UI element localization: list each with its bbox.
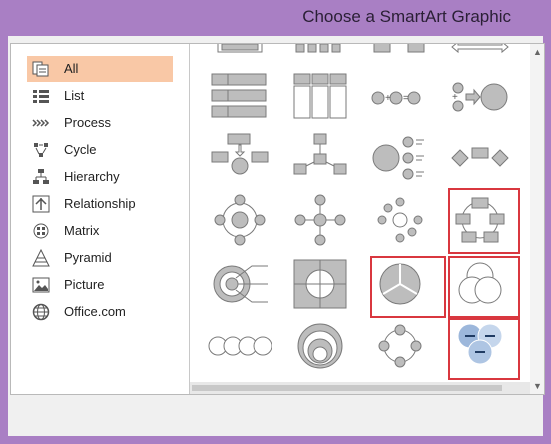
globe-icon <box>32 303 50 321</box>
process-icon <box>32 119 50 127</box>
cycle-icon <box>34 143 48 157</box>
layout-thumbnail[interactable]: + <box>448 68 512 126</box>
category-process[interactable]: Process <box>27 110 173 136</box>
scroll-down-icon[interactable]: ▼ <box>533 382 542 391</box>
all-icon <box>32 61 49 77</box>
layout-thumbnail[interactable]: + = <box>368 68 432 126</box>
dialog-title: Choose a SmartArt Graphic <box>302 7 511 26</box>
category-picture[interactable]: Picture <box>27 272 173 298</box>
layout-thumbnail[interactable] <box>208 316 272 374</box>
horizontal-scrollbar[interactable] <box>190 382 530 394</box>
layout-thumbnail[interactable] <box>368 316 432 374</box>
category-label: Picture <box>64 277 105 292</box>
layout-thumbnail[interactable] <box>288 190 352 248</box>
layout-thumbnail[interactable] <box>448 44 512 56</box>
category-label: Office.com <box>64 304 126 319</box>
picture-icon <box>32 277 50 293</box>
layout-thumbnail[interactable] <box>368 254 432 312</box>
category-relationship[interactable]: Relationship <box>27 191 173 217</box>
hierarchy-icon <box>33 169 49 184</box>
layout-thumbnail[interactable] <box>368 190 432 248</box>
horizontal-scroll-thumb[interactable] <box>192 385 502 391</box>
layout-thumbnail[interactable] <box>208 44 272 56</box>
svg-text:+: + <box>452 92 458 103</box>
relationship-icon <box>32 195 50 213</box>
layout-thumbnail[interactable] <box>368 44 432 56</box>
category-label: Hierarchy <box>64 169 120 184</box>
category-pyramid[interactable]: Pyramid <box>27 245 173 271</box>
category-label: Relationship <box>64 196 136 211</box>
category-label: Pyramid <box>64 250 112 265</box>
category-all[interactable]: All <box>27 56 173 82</box>
layout-thumbnail[interactable] <box>288 128 352 186</box>
layout-thumbnail[interactable] <box>288 316 352 374</box>
layout-thumbnail[interactable] <box>448 316 512 374</box>
category-hierarchy[interactable]: Hierarchy <box>27 164 173 190</box>
layout-thumbnail[interactable] <box>208 254 272 312</box>
category-matrix[interactable]: Matrix <box>27 218 173 244</box>
matrix-icon <box>33 223 49 239</box>
category-list-item[interactable]: List <box>27 83 173 109</box>
vertical-scrollbar[interactable]: ▲ ▼ <box>530 44 544 394</box>
pyramid-icon <box>32 249 50 267</box>
layout-thumbnail[interactable] <box>448 128 512 186</box>
layout-thumbnail[interactable] <box>208 190 272 248</box>
scroll-up-icon[interactable]: ▲ <box>533 48 542 57</box>
list-icon <box>33 90 49 103</box>
layout-thumbnail[interactable] <box>448 190 512 248</box>
svg-text:+: + <box>385 93 391 104</box>
category-label: Cycle <box>64 142 97 157</box>
layout-thumbnail[interactable] <box>208 68 272 126</box>
layout-thumbnail[interactable] <box>288 44 352 56</box>
dialog-window: Choose a SmartArt Graphic All List Proce… <box>0 0 551 444</box>
layout-thumbnail[interactable] <box>288 68 352 126</box>
layout-thumbnail[interactable] <box>208 128 272 186</box>
category-label: All <box>64 61 79 76</box>
category-label: Matrix <box>64 223 100 238</box>
category-label: List <box>64 88 85 103</box>
layout-thumbnail[interactable] <box>368 128 432 186</box>
svg-text:=: = <box>403 93 409 104</box>
category-list: All List Process Cycle Hierarchy Relatio… <box>11 44 190 394</box>
layout-thumbnail[interactable] <box>448 254 512 312</box>
category-cycle[interactable]: Cycle <box>27 137 173 163</box>
layout-gallery: + = + <box>190 44 530 394</box>
category-label: Process <box>64 115 111 130</box>
layout-thumbnail[interactable] <box>288 254 352 312</box>
category-office-com[interactable]: Office.com <box>27 299 173 325</box>
title-bar[interactable]: Choose a SmartArt Graphic <box>0 0 551 36</box>
smartart-chooser-panel: All List Process Cycle Hierarchy Relatio… <box>10 43 545 395</box>
